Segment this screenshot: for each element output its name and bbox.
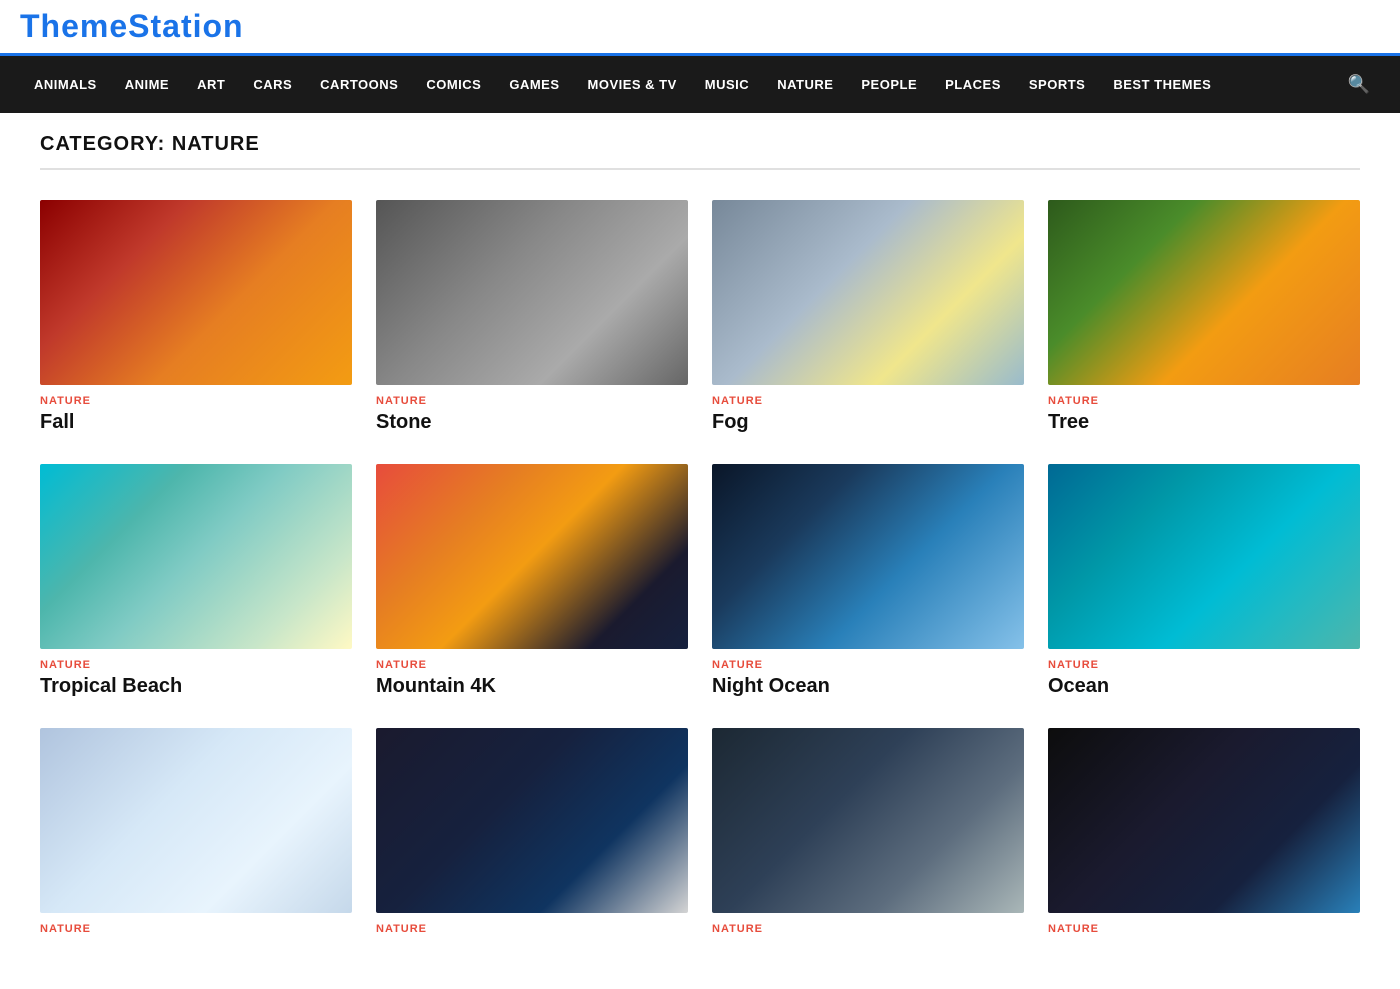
nav-nature[interactable]: NATURE (763, 59, 847, 110)
card-image-ocean (1048, 464, 1360, 649)
card-category-label-mountain-4k: NATURE (376, 659, 688, 671)
card-image-stone (376, 200, 688, 385)
card-thumbnail-tree (1048, 200, 1360, 385)
card-category-label-tropical-beach: NATURE (40, 659, 352, 671)
card-image-fall (40, 200, 352, 385)
card-image-tropical-beach (40, 464, 352, 649)
card-title-mountain-4k: Mountain 4K (376, 675, 688, 698)
page-content: CATEGORY: NATURE NATURE Fall NATURE Ston… (20, 113, 1380, 989)
card-image-tree (1048, 200, 1360, 385)
card-earth-space[interactable]: NATURE (1048, 728, 1360, 939)
card-thumbnail-fog (712, 200, 1024, 385)
nav-animals[interactable]: ANIMALS (20, 59, 111, 110)
card-thumbnail-snow-trees (40, 728, 352, 913)
card-image-earth-space (1048, 728, 1360, 913)
card-thumbnail-mountain-4k (376, 464, 688, 649)
card-category-label-water-drops: NATURE (712, 923, 1024, 935)
card-mountain-4k[interactable]: NATURE Mountain 4K (376, 464, 688, 698)
card-image-moon-scene (376, 728, 688, 913)
search-icon[interactable]: 🔍 (1338, 56, 1380, 113)
logo-bar: ThemeStation (0, 0, 1400, 56)
card-category-label-ocean: NATURE (1048, 659, 1360, 671)
cards-grid: NATURE Fall NATURE Stone NATURE Fog NATU… (40, 200, 1360, 939)
card-thumbnail-tropical-beach (40, 464, 352, 649)
card-tropical-beach[interactable]: NATURE Tropical Beach (40, 464, 352, 698)
card-image-mountain-4k (376, 464, 688, 649)
card-title-tree: Tree (1048, 411, 1360, 434)
card-thumbnail-water-drops (712, 728, 1024, 913)
nav-cars[interactable]: CARS (239, 59, 306, 110)
card-category-label-tree: NATURE (1048, 395, 1360, 407)
card-thumbnail-moon-scene (376, 728, 688, 913)
nav-people[interactable]: PEOPLE (847, 59, 931, 110)
card-title-night-ocean: Night Ocean (712, 675, 1024, 698)
card-title-stone: Stone (376, 411, 688, 434)
nav-movies-tv[interactable]: MOVIES & TV (574, 59, 691, 110)
card-thumbnail-night-ocean (712, 464, 1024, 649)
card-fall[interactable]: NATURE Fall (40, 200, 352, 434)
card-thumbnail-earth-space (1048, 728, 1360, 913)
nav-cartoons[interactable]: CARTOONS (306, 59, 412, 110)
card-moon-scene[interactable]: NATURE (376, 728, 688, 939)
card-thumbnail-stone (376, 200, 688, 385)
card-category-label-snow-trees: NATURE (40, 923, 352, 935)
card-category-label-earth-space: NATURE (1048, 923, 1360, 935)
card-image-night-ocean (712, 464, 1024, 649)
card-image-water-drops (712, 728, 1024, 913)
nav-sports[interactable]: SPORTS (1015, 59, 1099, 110)
card-ocean[interactable]: NATURE Ocean (1048, 464, 1360, 698)
card-night-ocean[interactable]: NATURE Night Ocean (712, 464, 1024, 698)
card-stone[interactable]: NATURE Stone (376, 200, 688, 434)
card-title-ocean: Ocean (1048, 675, 1360, 698)
card-fog[interactable]: NATURE Fog (712, 200, 1024, 434)
card-tree[interactable]: NATURE Tree (1048, 200, 1360, 434)
card-title-tropical-beach: Tropical Beach (40, 675, 352, 698)
card-water-drops[interactable]: NATURE (712, 728, 1024, 939)
card-snow-trees[interactable]: NATURE (40, 728, 352, 939)
card-thumbnail-fall (40, 200, 352, 385)
card-category-label-moon-scene: NATURE (376, 923, 688, 935)
card-title-fall: Fall (40, 411, 352, 434)
card-image-fog (712, 200, 1024, 385)
category-heading: CATEGORY: NATURE (40, 133, 1360, 170)
nav-places[interactable]: PLACES (931, 59, 1015, 110)
card-category-label-night-ocean: NATURE (712, 659, 1024, 671)
card-title-fog: Fog (712, 411, 1024, 434)
main-nav: ANIMALS ANIME ART CARS CARTOONS COMICS G… (0, 56, 1400, 113)
card-category-label-fog: NATURE (712, 395, 1024, 407)
nav-games[interactable]: GAMES (495, 59, 573, 110)
card-thumbnail-ocean (1048, 464, 1360, 649)
card-image-snow-trees (40, 728, 352, 913)
nav-music[interactable]: MUSIC (691, 59, 763, 110)
nav-art[interactable]: ART (183, 59, 239, 110)
nav-comics[interactable]: COMICS (412, 59, 495, 110)
nav-anime[interactable]: ANIME (111, 59, 183, 110)
nav-best-themes[interactable]: BEST THEMES (1099, 59, 1225, 110)
card-category-label-stone: NATURE (376, 395, 688, 407)
site-logo[interactable]: ThemeStation (20, 8, 244, 44)
card-category-label-fall: NATURE (40, 395, 352, 407)
